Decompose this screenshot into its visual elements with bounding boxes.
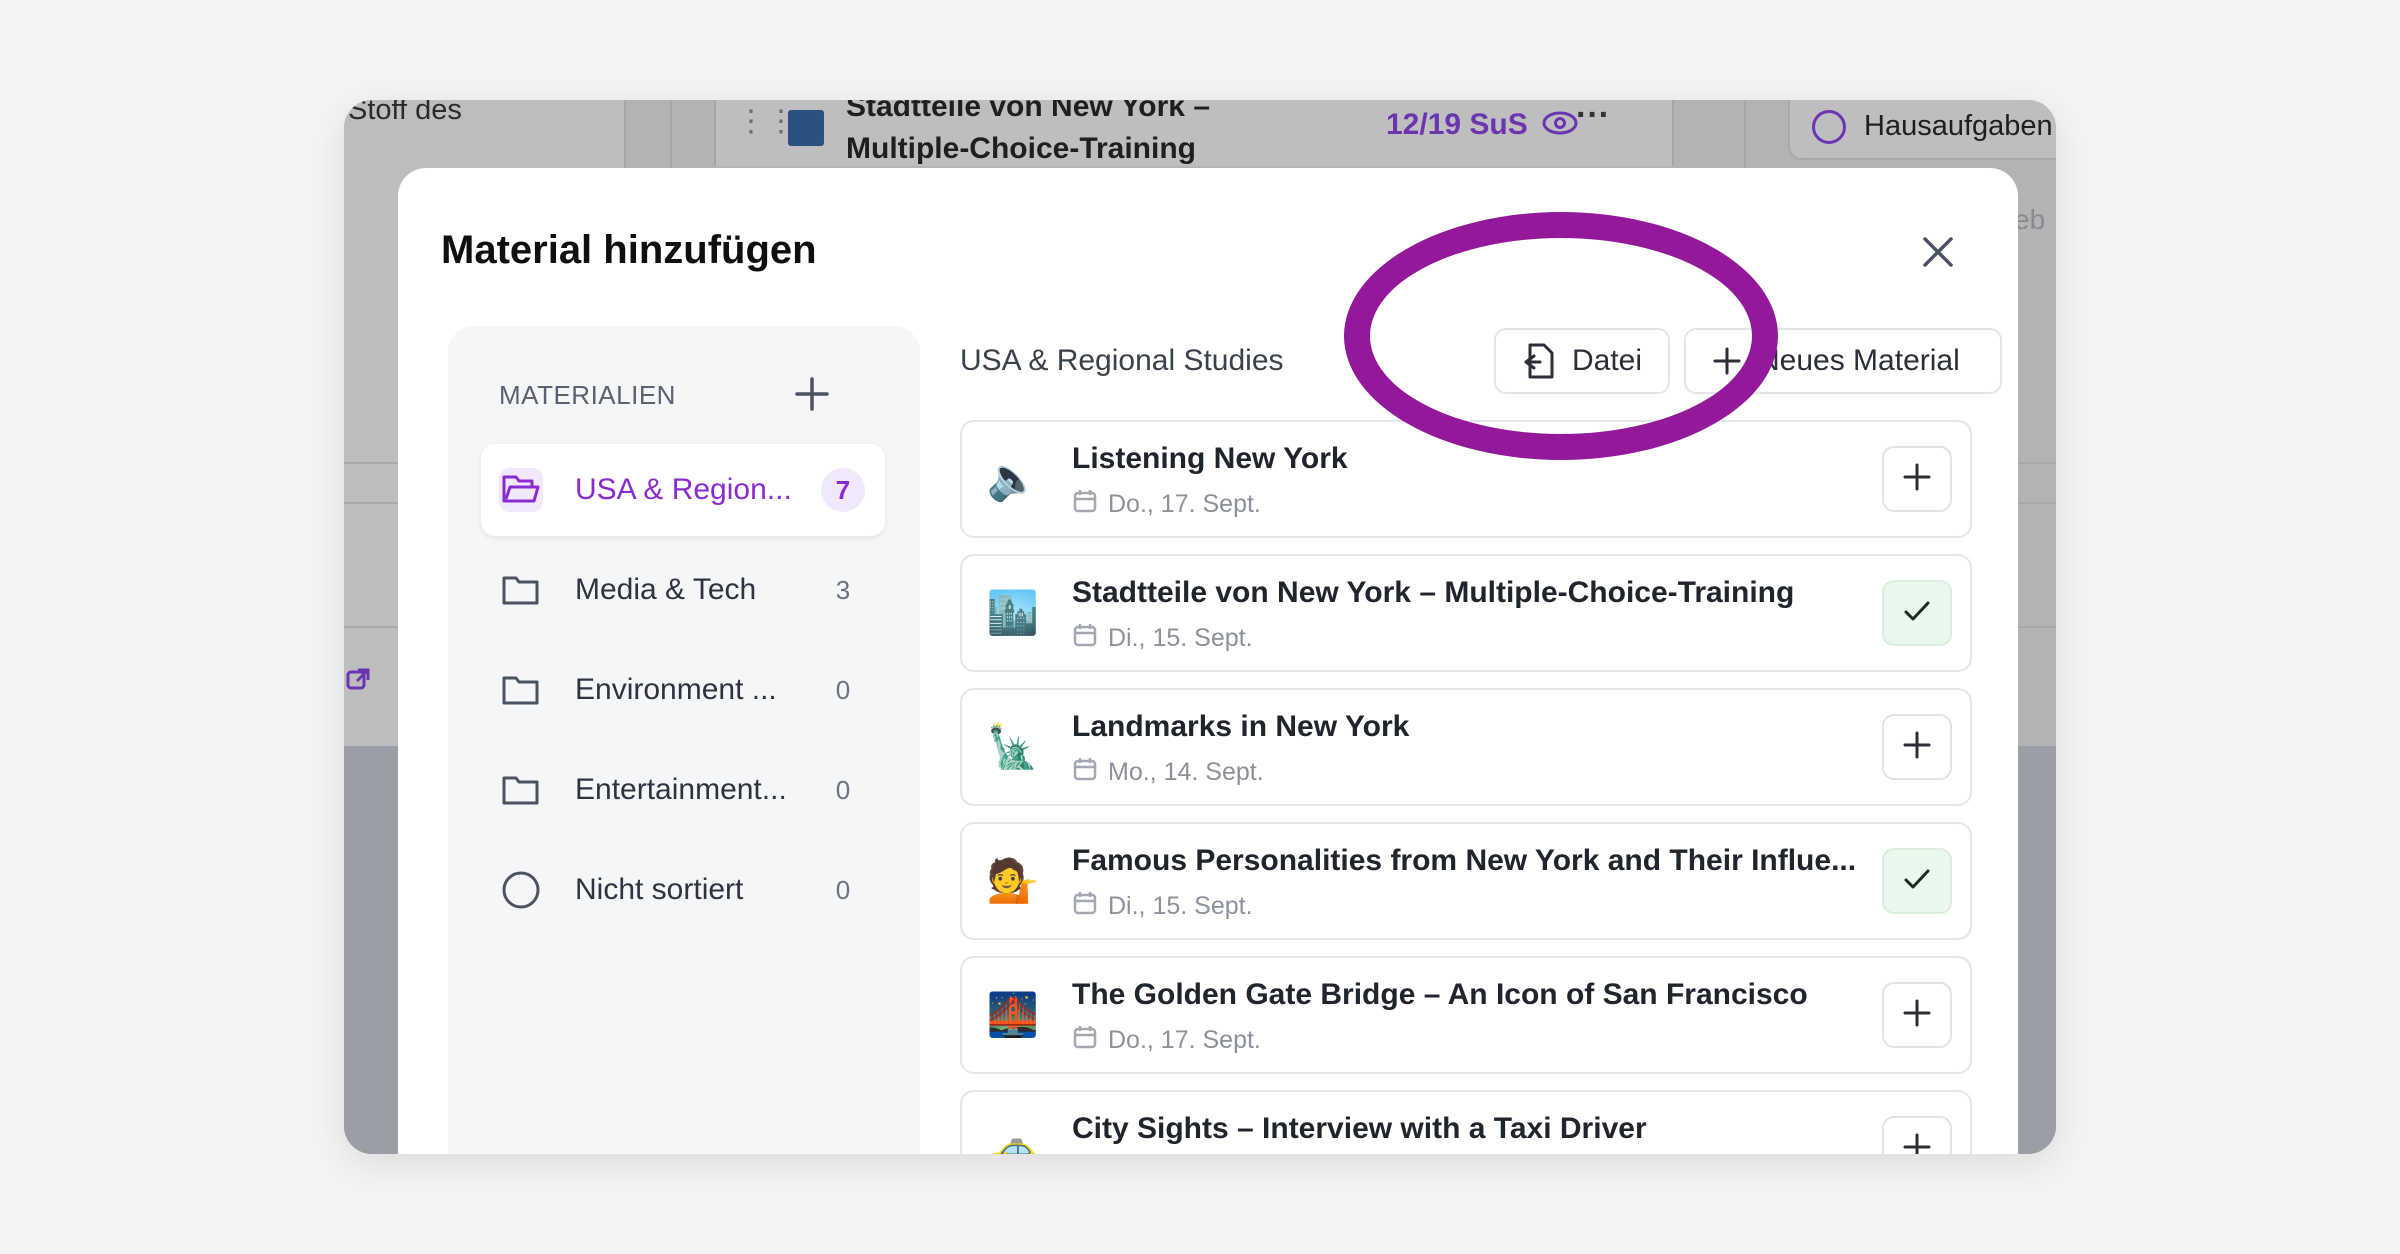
card-title-line: Stadtteile von New York – (846, 100, 1210, 123)
material-date-text: Di., 15. Sept. (1108, 624, 1253, 652)
sidebar-item-entertainment[interactable]: Entertainment... 0 (481, 744, 885, 836)
material-item-landmarks[interactable]: 🗽 Landmarks in New York Mo., 14. Sept. (960, 688, 1972, 806)
bridge-icon: 🌉 (986, 991, 1040, 1038)
circle-icon (1812, 110, 1846, 144)
city-icon (788, 110, 824, 146)
add-material-button[interactable] (1882, 982, 1952, 1048)
added-check-button[interactable] (1882, 580, 1952, 646)
plus-icon (1902, 998, 1932, 1033)
folder-icon (499, 768, 543, 812)
badge-text: 12/19 SuS (1386, 108, 1528, 141)
material-item-stadtteile[interactable]: 🏙️ Stadtteile von New York – Multiple-Ch… (960, 554, 1972, 672)
material-title: Listening New York (1072, 442, 1348, 475)
material-title: Famous Personalities from New York and T… (1072, 844, 1857, 877)
sidebar-item-label: Media & Tech (575, 573, 757, 606)
count-badge: 0 (835, 774, 851, 805)
close-button[interactable] (1910, 226, 1966, 282)
new-material-button[interactable]: Neues Material (1684, 328, 2002, 394)
material-date: Mo., 14. Sept. (1072, 756, 1264, 789)
calendar-icon (1072, 756, 1098, 789)
add-material-button[interactable] (1882, 714, 1952, 780)
sidebar-item-usa-regional[interactable]: USA & Region... 7 (481, 444, 885, 536)
plus-icon (794, 376, 830, 417)
taxi-icon: 🚕 (986, 1125, 1040, 1154)
background-left-text: Stoff des (348, 100, 462, 126)
sidebar-item-label: Nicht sortiert (575, 873, 744, 906)
external-link-icon (344, 666, 372, 701)
folder-open-icon (499, 468, 543, 512)
materials-sidebar: MATERIALIEN USA & Region... 7 Media & Te… (448, 326, 920, 1154)
background-homework-card: Hausaufgaben (1788, 100, 2056, 160)
material-item-personalities[interactable]: 💁 Famous Personalities from New York and… (960, 822, 1972, 940)
modal-title: Material hinzufügen (441, 228, 817, 272)
calendar-icon (1072, 622, 1098, 655)
material-title: City Sights – Interview with a Taxi Driv… (1072, 1112, 1647, 1145)
circle-icon (499, 868, 543, 912)
checkmark-icon (1902, 596, 1932, 631)
count-badge: 7 (821, 468, 865, 512)
material-date: Do., 17. Sept. (1072, 488, 1261, 521)
checkmark-icon (1902, 864, 1932, 899)
folder-icon (499, 668, 543, 712)
material-date-text: Do., 17. Sept. (1108, 1026, 1261, 1054)
count-badge: 3 (835, 574, 851, 605)
material-item-golden-gate[interactable]: 🌉 The Golden Gate Bridge – An Icon of Sa… (960, 956, 1972, 1074)
upload-file-button[interactable]: Datei (1494, 328, 1670, 394)
card-title-line: Multiple-Choice-Training (846, 132, 1196, 165)
eye-icon (1542, 109, 1578, 143)
add-folder-button[interactable] (784, 368, 840, 424)
material-date: Do., 17. Sept. (1072, 1024, 1261, 1057)
material-item-listening[interactable]: 🔈 Listening New York Do., 17. Sept. (960, 420, 1972, 538)
more-menu-icon: ··· (1576, 100, 1610, 134)
statue-of-liberty-icon: 🗽 (986, 723, 1040, 770)
calendar-icon (1072, 1024, 1098, 1057)
drag-handle-icon: ⋮⋮ (736, 105, 796, 138)
cityscape-icon: 🏙️ (986, 589, 1040, 636)
homework-text: Hausaufgaben (1864, 110, 2053, 142)
file-upload-icon (1522, 342, 1556, 380)
added-check-button[interactable] (1882, 848, 1952, 914)
background-card-badge: 12/19 SuS (1386, 108, 1578, 143)
add-material-modal: Material hinzufügen MATERIALIEN USA & Re… (398, 168, 2018, 1154)
count-badge: 0 (835, 674, 851, 705)
plus-icon (1902, 1132, 1932, 1154)
sidebar-item-unsorted[interactable]: Nicht sortiert 0 (481, 844, 885, 936)
material-date: Di., 15. Sept. (1072, 890, 1253, 923)
app-window: Stoff des ⋮⋮ Stadtteile von New York – M… (344, 100, 2056, 1154)
material-title: Landmarks in New York (1072, 710, 1410, 743)
person-icon: 💁 (986, 857, 1040, 904)
speaker-icon: 🔈 (986, 455, 1040, 502)
material-date: Di., 15. Sept. (1072, 622, 1253, 655)
folder-icon (499, 568, 543, 612)
material-date-text: Do., 17. Sept. (1108, 490, 1261, 518)
close-icon (1921, 235, 1955, 274)
background-material-card: ⋮⋮ Stadtteile von New York – Multiple-Ch… (714, 100, 1674, 166)
background-partial-text: eb (2014, 204, 2046, 235)
file-button-label: Datei (1572, 344, 1643, 377)
plus-icon (1712, 346, 1742, 376)
sidebar-item-label: Entertainment... (575, 773, 787, 806)
section-title: USA & Regional Studies (960, 344, 1284, 377)
sidebar-item-label: USA & Region... (575, 473, 792, 506)
material-date-text: Di., 15. Sept. (1108, 892, 1253, 920)
sidebar-item-media-tech[interactable]: Media & Tech 3 (481, 544, 885, 636)
add-material-button[interactable] (1882, 1116, 1952, 1154)
calendar-icon (1072, 488, 1098, 521)
material-title: The Golden Gate Bridge – An Icon of San … (1072, 978, 1808, 1011)
background-card-title: Stadtteile von New York – Multiple-Choic… (846, 100, 1210, 170)
count-badge: 0 (835, 874, 851, 905)
material-date-text: Mo., 14. Sept. (1108, 758, 1264, 786)
sidebar-header: MATERIALIEN (499, 380, 676, 410)
plus-icon (1902, 730, 1932, 765)
sidebar-item-environment[interactable]: Environment ... 0 (481, 644, 885, 736)
calendar-icon (1072, 890, 1098, 923)
material-item-city-sights[interactable]: 🚕 City Sights – Interview with a Taxi Dr… (960, 1090, 1972, 1154)
material-title: Stadtteile von New York – Multiple-Choic… (1072, 576, 1795, 609)
add-material-button[interactable] (1882, 446, 1952, 512)
new-material-label: Neues Material (1758, 344, 1960, 377)
plus-icon (1902, 462, 1932, 497)
sidebar-item-label: Environment ... (575, 673, 777, 706)
